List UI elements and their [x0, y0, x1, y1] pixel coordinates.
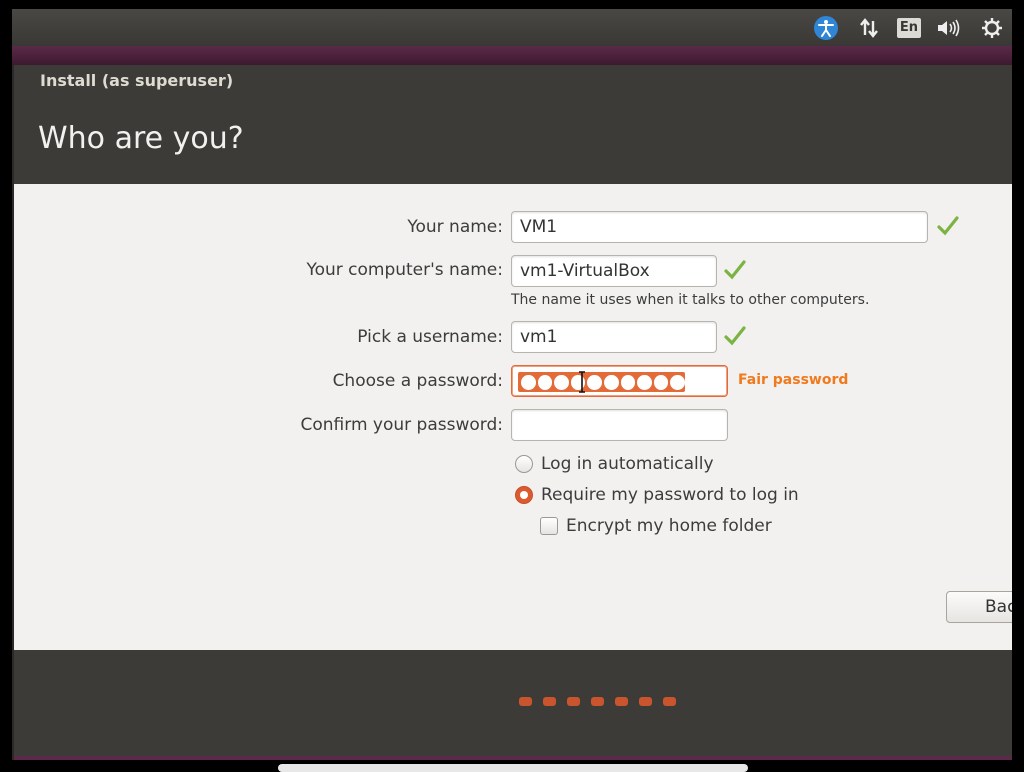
username-valid-check-icon	[724, 326, 746, 346]
progress-step-dot	[567, 697, 580, 706]
computer-name-field[interactable]: vm1-VirtualBox	[511, 255, 717, 287]
volume-icon[interactable]	[934, 9, 964, 46]
confirm-password-label: Confirm your password:	[300, 415, 503, 435]
computer-name-valid-check-icon	[724, 260, 746, 280]
page-title: Who are you?	[38, 121, 244, 156]
password-field[interactable]	[511, 365, 728, 397]
password-mask-dot	[603, 374, 619, 390]
back-button[interactable]: Back	[946, 591, 1012, 623]
confirm-password-field[interactable]	[511, 409, 728, 441]
encrypt-home-label: Encrypt my home folder	[566, 516, 772, 536]
password-strength: Fair password	[738, 372, 849, 388]
encrypt-home-checkbox[interactable]	[540, 517, 558, 535]
progress-dots	[519, 697, 676, 706]
desktop-screen: En Install (as superuser) Who are you? Y…	[12, 9, 1012, 760]
footer-accent-line	[14, 756, 1012, 760]
login-automatically-radio[interactable]	[515, 455, 533, 473]
login-automatically-option[interactable]: Log in automatically	[515, 454, 714, 474]
network-icon[interactable]	[855, 9, 883, 46]
progress-step-dot	[615, 697, 628, 706]
require-password-radio[interactable]	[515, 486, 533, 504]
name-valid-check-icon	[937, 216, 959, 236]
require-password-option[interactable]: Require my password to log in	[515, 485, 799, 505]
user-form: Your name: VM1 Your computer's name: vm1…	[14, 184, 1012, 650]
progress-step-dot	[663, 697, 676, 706]
username-field[interactable]: vm1	[511, 321, 717, 353]
progress-step-dot	[591, 697, 604, 706]
password-mask-dot	[537, 374, 553, 390]
login-automatically-label: Log in automatically	[541, 454, 714, 474]
accessibility-icon[interactable]	[810, 9, 842, 46]
keyboard-layout-label: En	[897, 17, 921, 38]
window-title: Install (as superuser)	[40, 71, 234, 90]
password-mask-dot	[653, 374, 669, 390]
password-mask-dot	[587, 374, 602, 390]
password-mask-dot	[620, 374, 636, 390]
progress-step-dot	[519, 697, 532, 706]
password-mask-selection	[518, 372, 685, 392]
password-label: Choose a password:	[332, 371, 503, 391]
progress-step-dot	[543, 697, 556, 706]
require-password-label: Require my password to log in	[541, 485, 799, 505]
name-field[interactable]: VM1	[511, 211, 928, 243]
computer-name-label: Your computer's name:	[306, 260, 503, 280]
keyboard-layout-indicator[interactable]: En	[895, 9, 923, 46]
desktop-wallpaper-strip	[12, 46, 1012, 65]
password-mask-dot	[637, 374, 652, 390]
name-label: Your name:	[407, 217, 503, 237]
encrypt-home-option[interactable]: Encrypt my home folder	[540, 516, 772, 536]
top-panel: En	[12, 9, 1012, 46]
computer-name-hint: The name it uses when it talks to other …	[511, 292, 870, 308]
installer-footer	[14, 650, 1012, 760]
password-mask-dot	[554, 374, 569, 390]
password-mask-dot	[521, 374, 536, 390]
password-mask-dot	[670, 374, 685, 390]
progress-step-dot	[639, 697, 652, 706]
host-scrollbar[interactable]	[278, 764, 748, 772]
username-label: Pick a username:	[357, 327, 503, 347]
power-gear-icon[interactable]	[978, 9, 1006, 46]
text-cursor-icon	[579, 371, 585, 393]
installer-window: Install (as superuser) Who are you? Your…	[14, 65, 1012, 760]
